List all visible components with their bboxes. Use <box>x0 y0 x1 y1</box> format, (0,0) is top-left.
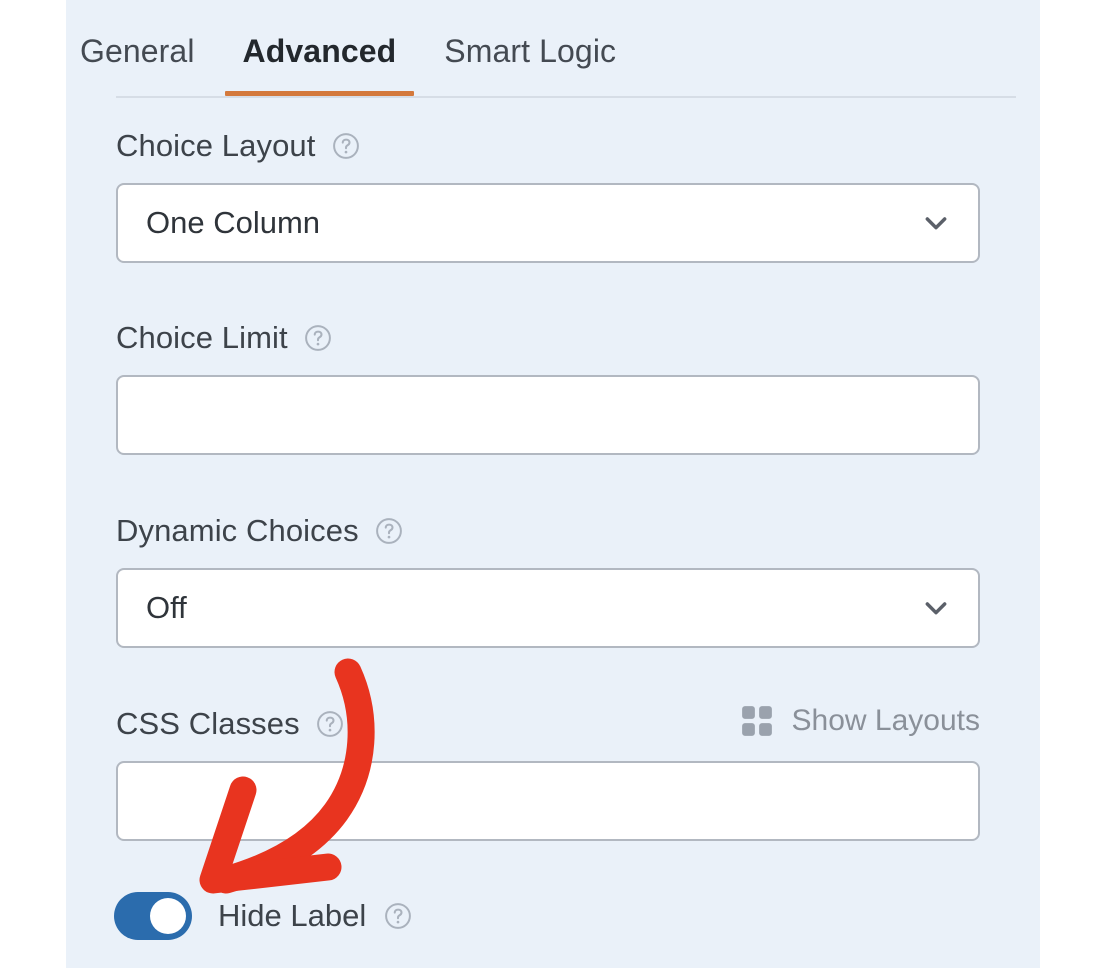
chevron-down-icon <box>925 217 947 230</box>
hide-label-toggle[interactable] <box>114 892 192 940</box>
field-dynamic-choices: Dynamic Choices Off <box>116 509 980 648</box>
dynamic-choices-label-row: Dynamic Choices <box>116 509 980 553</box>
tab-smart-logic[interactable]: Smart Logic <box>444 33 616 96</box>
tab-divider <box>116 96 1016 98</box>
choice-layout-select[interactable]: One Column <box>116 183 980 263</box>
grid-2x2-icon <box>741 706 772 736</box>
tab-general-label: General <box>80 33 195 69</box>
help-circle-icon[interactable] <box>332 132 360 160</box>
dynamic-choices-value: Off <box>146 590 187 625</box>
choice-layout-label: Choice Layout <box>116 128 316 163</box>
field-choice-layout: Choice Layout One Column <box>116 124 980 263</box>
chevron-down-icon <box>925 602 947 615</box>
choice-limit-input[interactable] <box>116 375 980 455</box>
show-layouts-label: Show Layouts <box>791 704 980 737</box>
css-classes-input[interactable] <box>116 761 980 841</box>
choice-layout-value: One Column <box>146 205 321 240</box>
toggle-knob <box>150 898 186 934</box>
tab-advanced-label: Advanced <box>242 33 397 69</box>
dynamic-choices-label: Dynamic Choices <box>116 513 359 548</box>
choice-limit-label-row: Choice Limit <box>116 316 980 360</box>
css-classes-label: CSS Classes <box>116 706 300 741</box>
field-choice-limit: Choice Limit <box>116 316 980 455</box>
settings-tabbar: General Advanced Smart Logic <box>50 0 950 98</box>
css-classes-label-row: CSS Classes Show Layouts <box>116 702 980 746</box>
help-circle-icon[interactable] <box>375 517 403 545</box>
help-circle-icon[interactable] <box>384 902 412 930</box>
help-circle-icon[interactable] <box>304 324 332 352</box>
tab-general[interactable]: General <box>80 33 195 96</box>
field-css-classes: CSS Classes Show Layouts <box>116 702 980 841</box>
hide-label-label: Hide Label <box>218 898 367 933</box>
choice-limit-label: Choice Limit <box>116 320 288 355</box>
tab-smart-logic-label: Smart Logic <box>444 33 617 69</box>
hide-label-row: Hide Label <box>114 892 412 940</box>
show-layouts-button[interactable]: Show Layouts <box>740 704 980 738</box>
choice-layout-label-row: Choice Layout <box>116 124 980 168</box>
dynamic-choices-select[interactable]: Off <box>116 568 980 648</box>
help-circle-icon[interactable] <box>316 710 344 738</box>
tab-advanced[interactable]: Advanced <box>224 33 415 96</box>
